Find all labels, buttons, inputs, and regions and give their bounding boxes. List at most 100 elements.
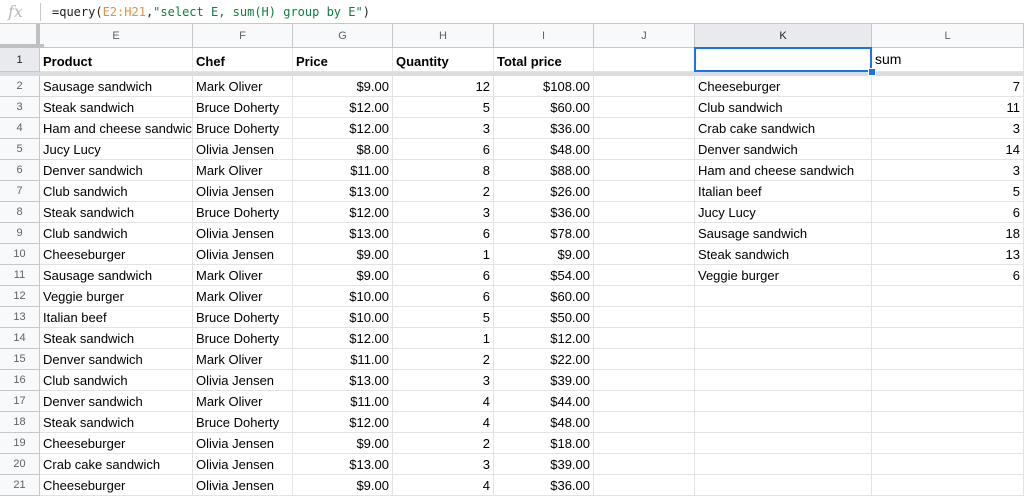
cell-qty[interactable]: 4 bbox=[393, 391, 494, 412]
result-name-cell[interactable]: Cheeseburger bbox=[695, 76, 872, 97]
select-all-corner[interactable] bbox=[0, 24, 40, 48]
result-name-cell[interactable]: Veggie burger bbox=[695, 265, 872, 286]
header-cell-qty[interactable]: Quantity bbox=[393, 48, 494, 72]
result-name-cell[interactable]: Denver sandwich bbox=[695, 139, 872, 160]
cell-product[interactable]: Sausage sandwich bbox=[40, 76, 193, 97]
row-header-17[interactable]: 17 bbox=[0, 391, 40, 412]
cell-chef[interactable]: Mark Oliver bbox=[193, 349, 293, 370]
cell-qty[interactable]: 3 bbox=[393, 370, 494, 391]
formula-input[interactable]: =query(E2:H21,"select E, sum(H) group by… bbox=[52, 0, 370, 24]
cell-empty[interactable] bbox=[594, 97, 695, 118]
cell-qty[interactable]: 6 bbox=[393, 286, 494, 307]
cell-price[interactable]: $12.00 bbox=[293, 328, 393, 349]
cell-empty[interactable] bbox=[872, 286, 1024, 307]
cell-price[interactable]: $8.00 bbox=[293, 139, 393, 160]
cell-price[interactable]: $13.00 bbox=[293, 454, 393, 475]
cell-product[interactable]: Jucy Lucy bbox=[40, 139, 193, 160]
result-name-cell[interactable]: Club sandwich bbox=[695, 97, 872, 118]
cell-empty[interactable] bbox=[594, 244, 695, 265]
result-sum-cell[interactable]: 5 bbox=[872, 181, 1024, 202]
result-sum-cell[interactable]: 18 bbox=[872, 223, 1024, 244]
cell-product[interactable]: Cheeseburger bbox=[40, 433, 193, 454]
row-header-20[interactable]: 20 bbox=[0, 454, 40, 475]
cell-chef[interactable]: Olivia Jensen bbox=[193, 475, 293, 496]
cell-price[interactable]: $12.00 bbox=[293, 118, 393, 139]
result-sum-cell[interactable]: 13 bbox=[872, 244, 1024, 265]
cell-total[interactable]: $9.00 bbox=[494, 244, 594, 265]
cell-qty[interactable]: 2 bbox=[393, 181, 494, 202]
cell-empty[interactable] bbox=[695, 370, 872, 391]
cell-empty[interactable] bbox=[594, 307, 695, 328]
cell-total[interactable]: $22.00 bbox=[494, 349, 594, 370]
row-header-15[interactable]: 15 bbox=[0, 349, 40, 370]
cell-chef[interactable]: Mark Oliver bbox=[193, 286, 293, 307]
cell-empty[interactable] bbox=[594, 160, 695, 181]
cell-price[interactable]: $10.00 bbox=[293, 286, 393, 307]
result-name-cell[interactable]: Italian beef bbox=[695, 181, 872, 202]
cell-qty[interactable]: 1 bbox=[393, 328, 494, 349]
cell-total[interactable]: $48.00 bbox=[494, 412, 594, 433]
cell-qty[interactable]: 3 bbox=[393, 454, 494, 475]
row-header-6[interactable]: 6 bbox=[0, 160, 40, 181]
cell-total[interactable]: $78.00 bbox=[494, 223, 594, 244]
cell-total[interactable]: $50.00 bbox=[494, 307, 594, 328]
column-header-h[interactable]: H bbox=[393, 24, 494, 48]
column-header-i[interactable]: I bbox=[494, 24, 594, 48]
cell-product[interactable]: Veggie burger bbox=[40, 286, 193, 307]
cell-chef[interactable]: Bruce Doherty bbox=[193, 97, 293, 118]
cell-chef[interactable]: Mark Oliver bbox=[193, 265, 293, 286]
cell-price[interactable]: $11.00 bbox=[293, 391, 393, 412]
cell-price[interactable]: $13.00 bbox=[293, 223, 393, 244]
cell-empty[interactable] bbox=[594, 76, 695, 97]
cell-product[interactable]: Denver sandwich bbox=[40, 349, 193, 370]
cell-empty[interactable] bbox=[594, 475, 695, 496]
header-cell-price[interactable]: Price bbox=[293, 48, 393, 72]
row-header-21[interactable]: 21 bbox=[0, 475, 40, 496]
column-header-k[interactable]: K bbox=[695, 24, 872, 48]
cell-qty[interactable]: 3 bbox=[393, 202, 494, 223]
cell-qty[interactable]: 6 bbox=[393, 139, 494, 160]
cell-total[interactable]: $18.00 bbox=[494, 433, 594, 454]
row-header-2[interactable]: 2 bbox=[0, 76, 40, 97]
cell-empty[interactable] bbox=[594, 328, 695, 349]
row-header-10[interactable]: 10 bbox=[0, 244, 40, 265]
cell-price[interactable]: $9.00 bbox=[293, 244, 393, 265]
row-header-5[interactable]: 5 bbox=[0, 139, 40, 160]
result-name-cell[interactable]: Sausage sandwich bbox=[695, 223, 872, 244]
cell-product[interactable]: Cheeseburger bbox=[40, 244, 193, 265]
cell-price[interactable]: $13.00 bbox=[293, 181, 393, 202]
cell-empty[interactable] bbox=[695, 286, 872, 307]
cell-empty[interactable] bbox=[594, 349, 695, 370]
cell-qty[interactable]: 2 bbox=[393, 349, 494, 370]
cell-empty[interactable] bbox=[594, 433, 695, 454]
cell-empty[interactable] bbox=[695, 454, 872, 475]
result-name-cell[interactable]: Crab cake sandwich bbox=[695, 118, 872, 139]
result-name-cell[interactable]: Steak sandwich bbox=[695, 244, 872, 265]
fill-handle[interactable] bbox=[868, 68, 876, 76]
cell-product[interactable]: Club sandwich bbox=[40, 370, 193, 391]
cell-qty[interactable]: 2 bbox=[393, 433, 494, 454]
cell-total[interactable]: $36.00 bbox=[494, 202, 594, 223]
cell-empty[interactable] bbox=[872, 349, 1024, 370]
cell-empty[interactable] bbox=[872, 454, 1024, 475]
cell-qty[interactable]: 4 bbox=[393, 475, 494, 496]
cell-price[interactable]: $12.00 bbox=[293, 97, 393, 118]
row-header-13[interactable]: 13 bbox=[0, 307, 40, 328]
cell-total[interactable]: $36.00 bbox=[494, 475, 594, 496]
cell-empty[interactable] bbox=[695, 433, 872, 454]
cell-j1[interactable] bbox=[594, 48, 695, 72]
result-sum-cell[interactable]: 6 bbox=[872, 202, 1024, 223]
cell-price[interactable]: $9.00 bbox=[293, 76, 393, 97]
cell-price[interactable]: $11.00 bbox=[293, 160, 393, 181]
cell-chef[interactable]: Bruce Doherty bbox=[193, 118, 293, 139]
result-sum-cell[interactable]: 6 bbox=[872, 265, 1024, 286]
row-header-14[interactable]: 14 bbox=[0, 328, 40, 349]
cell-chef[interactable]: Olivia Jensen bbox=[193, 223, 293, 244]
cell-price[interactable]: $13.00 bbox=[293, 370, 393, 391]
cell-chef[interactable]: Olivia Jensen bbox=[193, 244, 293, 265]
cell-qty[interactable]: 6 bbox=[393, 265, 494, 286]
result-sum-cell[interactable]: 3 bbox=[872, 118, 1024, 139]
cell-product[interactable]: Italian beef bbox=[40, 307, 193, 328]
header-cell-chef[interactable]: Chef bbox=[193, 48, 293, 72]
column-header-l[interactable]: L bbox=[872, 24, 1024, 48]
